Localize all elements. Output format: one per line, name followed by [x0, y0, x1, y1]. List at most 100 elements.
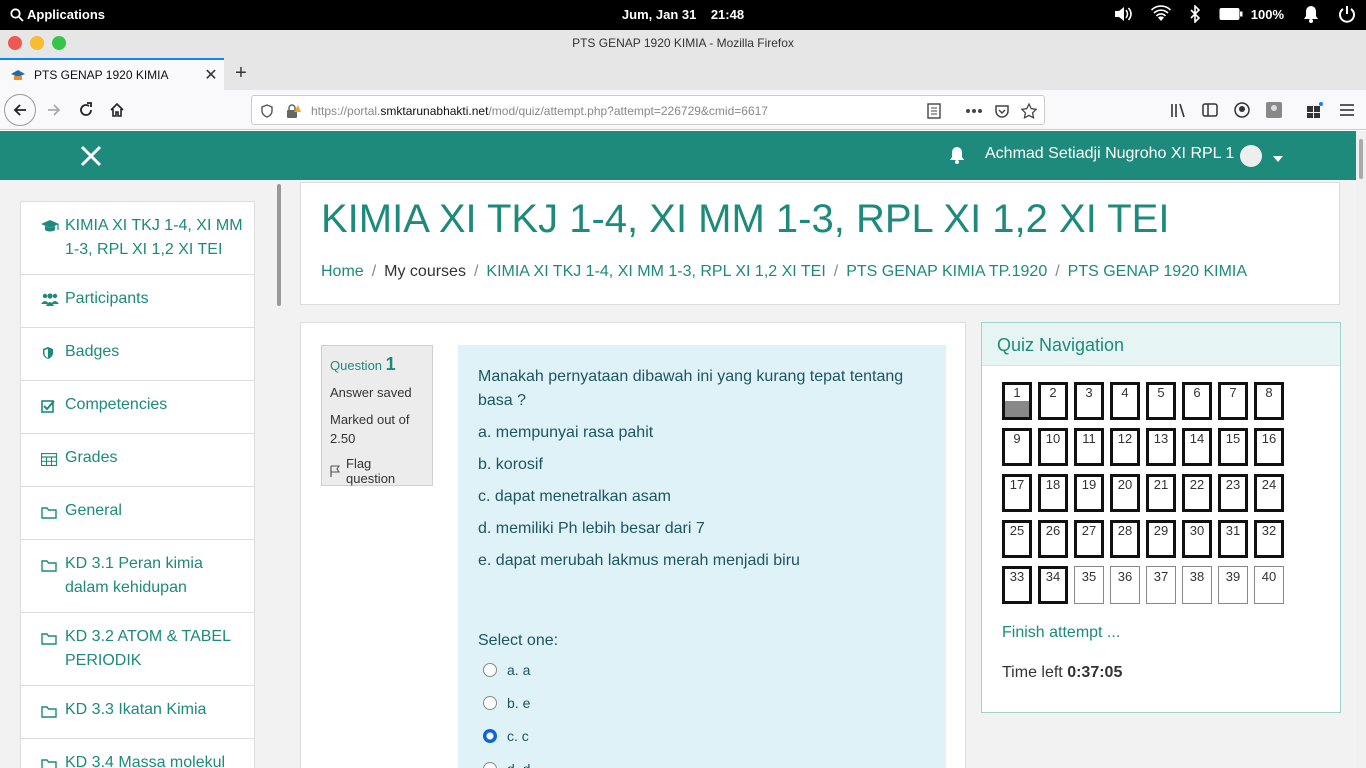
- quiz-nav-button[interactable]: 31: [1218, 520, 1248, 558]
- moodle-favicon-icon: [11, 70, 25, 80]
- quiz-nav-button[interactable]: 40: [1254, 566, 1284, 604]
- page-scrollbar[interactable]: [1356, 131, 1366, 768]
- flag-question-button[interactable]: Flag question: [330, 456, 424, 486]
- quiz-nav-button[interactable]: 23: [1218, 474, 1248, 512]
- browser-tab-active[interactable]: PTS GENAP 1920 KIMIA ✕: [0, 58, 224, 90]
- quiz-nav-button[interactable]: 21: [1146, 474, 1176, 512]
- quiz-nav-button[interactable]: 29: [1146, 520, 1176, 558]
- pocket-icon[interactable]: [992, 101, 1012, 121]
- quiz-nav-button[interactable]: 18: [1038, 474, 1068, 512]
- answer-option-a[interactable]: a. a: [478, 653, 926, 686]
- applications-menu[interactable]: Applications: [10, 7, 105, 22]
- clock[interactable]: Jum, Jan 31 21:48: [622, 7, 744, 22]
- tracking-shield-icon[interactable]: [257, 101, 277, 121]
- quiz-nav-button[interactable]: 32: [1254, 520, 1284, 558]
- quiz-nav-button[interactable]: 14: [1182, 428, 1212, 466]
- quiz-nav-button[interactable]: 15: [1218, 428, 1248, 466]
- extension-button[interactable]: [1258, 94, 1290, 126]
- user-avatar[interactable]: [1240, 145, 1262, 167]
- quiz-nav-button[interactable]: 24: [1254, 474, 1284, 512]
- answer-option-c[interactable]: c. c: [478, 719, 926, 752]
- quiz-nav-button[interactable]: 1: [1002, 382, 1032, 420]
- radio-button-selected[interactable]: [483, 728, 497, 743]
- quiz-nav-button[interactable]: 39: [1218, 566, 1248, 604]
- reader-view-icon[interactable]: [924, 101, 944, 121]
- quiz-nav-button[interactable]: 2: [1038, 382, 1068, 420]
- library-button[interactable]: [1163, 94, 1195, 126]
- quiz-nav-button[interactable]: 11: [1074, 428, 1104, 466]
- bookmark-star-icon[interactable]: [1019, 101, 1039, 121]
- quiz-nav-button[interactable]: 27: [1074, 520, 1104, 558]
- sidebar-item-kd-3-4[interactable]: KD 3.4 Massa molekul: [21, 739, 254, 768]
- radio-button[interactable]: [483, 662, 497, 677]
- page-scrollbar-thumb[interactable]: [1359, 139, 1363, 179]
- breadcrumb-home[interactable]: Home: [321, 263, 364, 281]
- quiz-nav-button[interactable]: 5: [1146, 382, 1176, 420]
- insecure-lock-icon[interactable]: [283, 101, 303, 121]
- sidebar-item-kd-3-2[interactable]: KD 3.2 ATOM & TABEL PERIODIK: [21, 613, 254, 686]
- quiz-nav-button[interactable]: 9: [1002, 428, 1032, 466]
- quiz-nav-button[interactable]: 4: [1110, 382, 1140, 420]
- quiz-nav-button[interactable]: 19: [1074, 474, 1104, 512]
- page-actions-icon[interactable]: [964, 101, 984, 121]
- quiz-nav-button[interactable]: 35: [1074, 566, 1104, 604]
- quiz-nav-button[interactable]: 3: [1074, 382, 1104, 420]
- quiz-nav-button[interactable]: 33: [1002, 566, 1032, 604]
- quiz-nav-button[interactable]: 12: [1110, 428, 1140, 466]
- account-button[interactable]: [1226, 94, 1258, 126]
- sidebar-item-kd-3-3[interactable]: KD 3.3 Ikatan Kimia: [21, 686, 254, 739]
- drawer-scrollbar-thumb[interactable]: [277, 184, 281, 306]
- sidebar-item-kd-3-1[interactable]: KD 3.1 Peran kimia dalam kehidupan: [21, 540, 254, 613]
- user-menu-caret[interactable]: [1273, 149, 1283, 167]
- sidebar-item-general[interactable]: General: [21, 487, 254, 540]
- quiz-nav-button[interactable]: 8: [1254, 382, 1284, 420]
- answer-option-b[interactable]: b. e: [478, 686, 926, 719]
- new-tab-button[interactable]: +: [230, 60, 252, 86]
- radio-button[interactable]: [483, 695, 497, 710]
- extensions-button[interactable]: [1299, 94, 1331, 126]
- quiz-nav-button[interactable]: 6: [1182, 382, 1212, 420]
- quiz-nav-button[interactable]: 36: [1110, 566, 1140, 604]
- quiz-nav-button[interactable]: 20: [1110, 474, 1140, 512]
- quiz-nav-button[interactable]: 17: [1002, 474, 1032, 512]
- user-name[interactable]: Achmad Setiadji Nugroho XI RPL 1: [985, 145, 1234, 163]
- sidebar-item-grades[interactable]: Grades: [21, 434, 254, 487]
- folder-icon: [41, 552, 65, 580]
- back-button[interactable]: [4, 94, 36, 126]
- quiz-nav-button[interactable]: 34: [1038, 566, 1068, 604]
- quiz-nav-button[interactable]: 7: [1218, 382, 1248, 420]
- system-tray[interactable]: 100%: [1113, 5, 1356, 23]
- breadcrumb-course[interactable]: KIMIA XI TKJ 1-4, XI MM 1-3, RPL XI 1,2 …: [486, 263, 825, 281]
- breadcrumb-quiz[interactable]: PTS GENAP 1920 KIMIA: [1068, 263, 1247, 281]
- quiz-nav-number: 14: [1189, 431, 1205, 446]
- breadcrumb-section[interactable]: PTS GENAP KIMIA TP.1920: [846, 263, 1047, 281]
- quiz-nav-button[interactable]: 25: [1002, 520, 1032, 558]
- sidebar-item-course[interactable]: KIMIA XI TKJ 1-4, XI MM 1-3, RPL XI 1,2 …: [21, 202, 254, 275]
- question-state: Answer saved: [330, 385, 412, 400]
- sidebar-item-participants[interactable]: Participants: [21, 275, 254, 328]
- menu-button[interactable]: [1331, 94, 1363, 126]
- reload-button[interactable]: [70, 94, 102, 126]
- quiz-nav-button[interactable]: 16: [1254, 428, 1284, 466]
- quiz-nav-button[interactable]: 22: [1182, 474, 1212, 512]
- radio-button[interactable]: [483, 761, 497, 768]
- quiz-nav-button[interactable]: 13: [1146, 428, 1176, 466]
- quiz-nav-button[interactable]: 37: [1146, 566, 1176, 604]
- sidebar-toggle-button[interactable]: [1194, 94, 1226, 126]
- answer-option-d[interactable]: d. d: [478, 752, 926, 768]
- sidebar-item-competencies[interactable]: Competencies: [21, 381, 254, 434]
- tab-close-icon[interactable]: ✕: [198, 65, 224, 85]
- forward-button[interactable]: [38, 94, 70, 126]
- page-header: KIMIA XI TKJ 1-4, XI MM 1-3, RPL XI 1,2 …: [300, 182, 1340, 305]
- finish-attempt-link[interactable]: Finish attempt ...: [1002, 624, 1120, 642]
- close-drawer-button[interactable]: [78, 143, 104, 169]
- quiz-nav-button[interactable]: 38: [1182, 566, 1212, 604]
- quiz-nav-button[interactable]: 30: [1182, 520, 1212, 558]
- url-bar[interactable]: https://portal.smktarunabhakti.net/mod/q…: [251, 95, 1045, 125]
- quiz-nav-button[interactable]: 28: [1110, 520, 1140, 558]
- sidebar-item-badges[interactable]: Badges: [21, 328, 254, 381]
- quiz-nav-button[interactable]: 26: [1038, 520, 1068, 558]
- home-button[interactable]: [101, 94, 133, 126]
- notifications-button[interactable]: [948, 145, 966, 170]
- quiz-nav-button[interactable]: 10: [1038, 428, 1068, 466]
